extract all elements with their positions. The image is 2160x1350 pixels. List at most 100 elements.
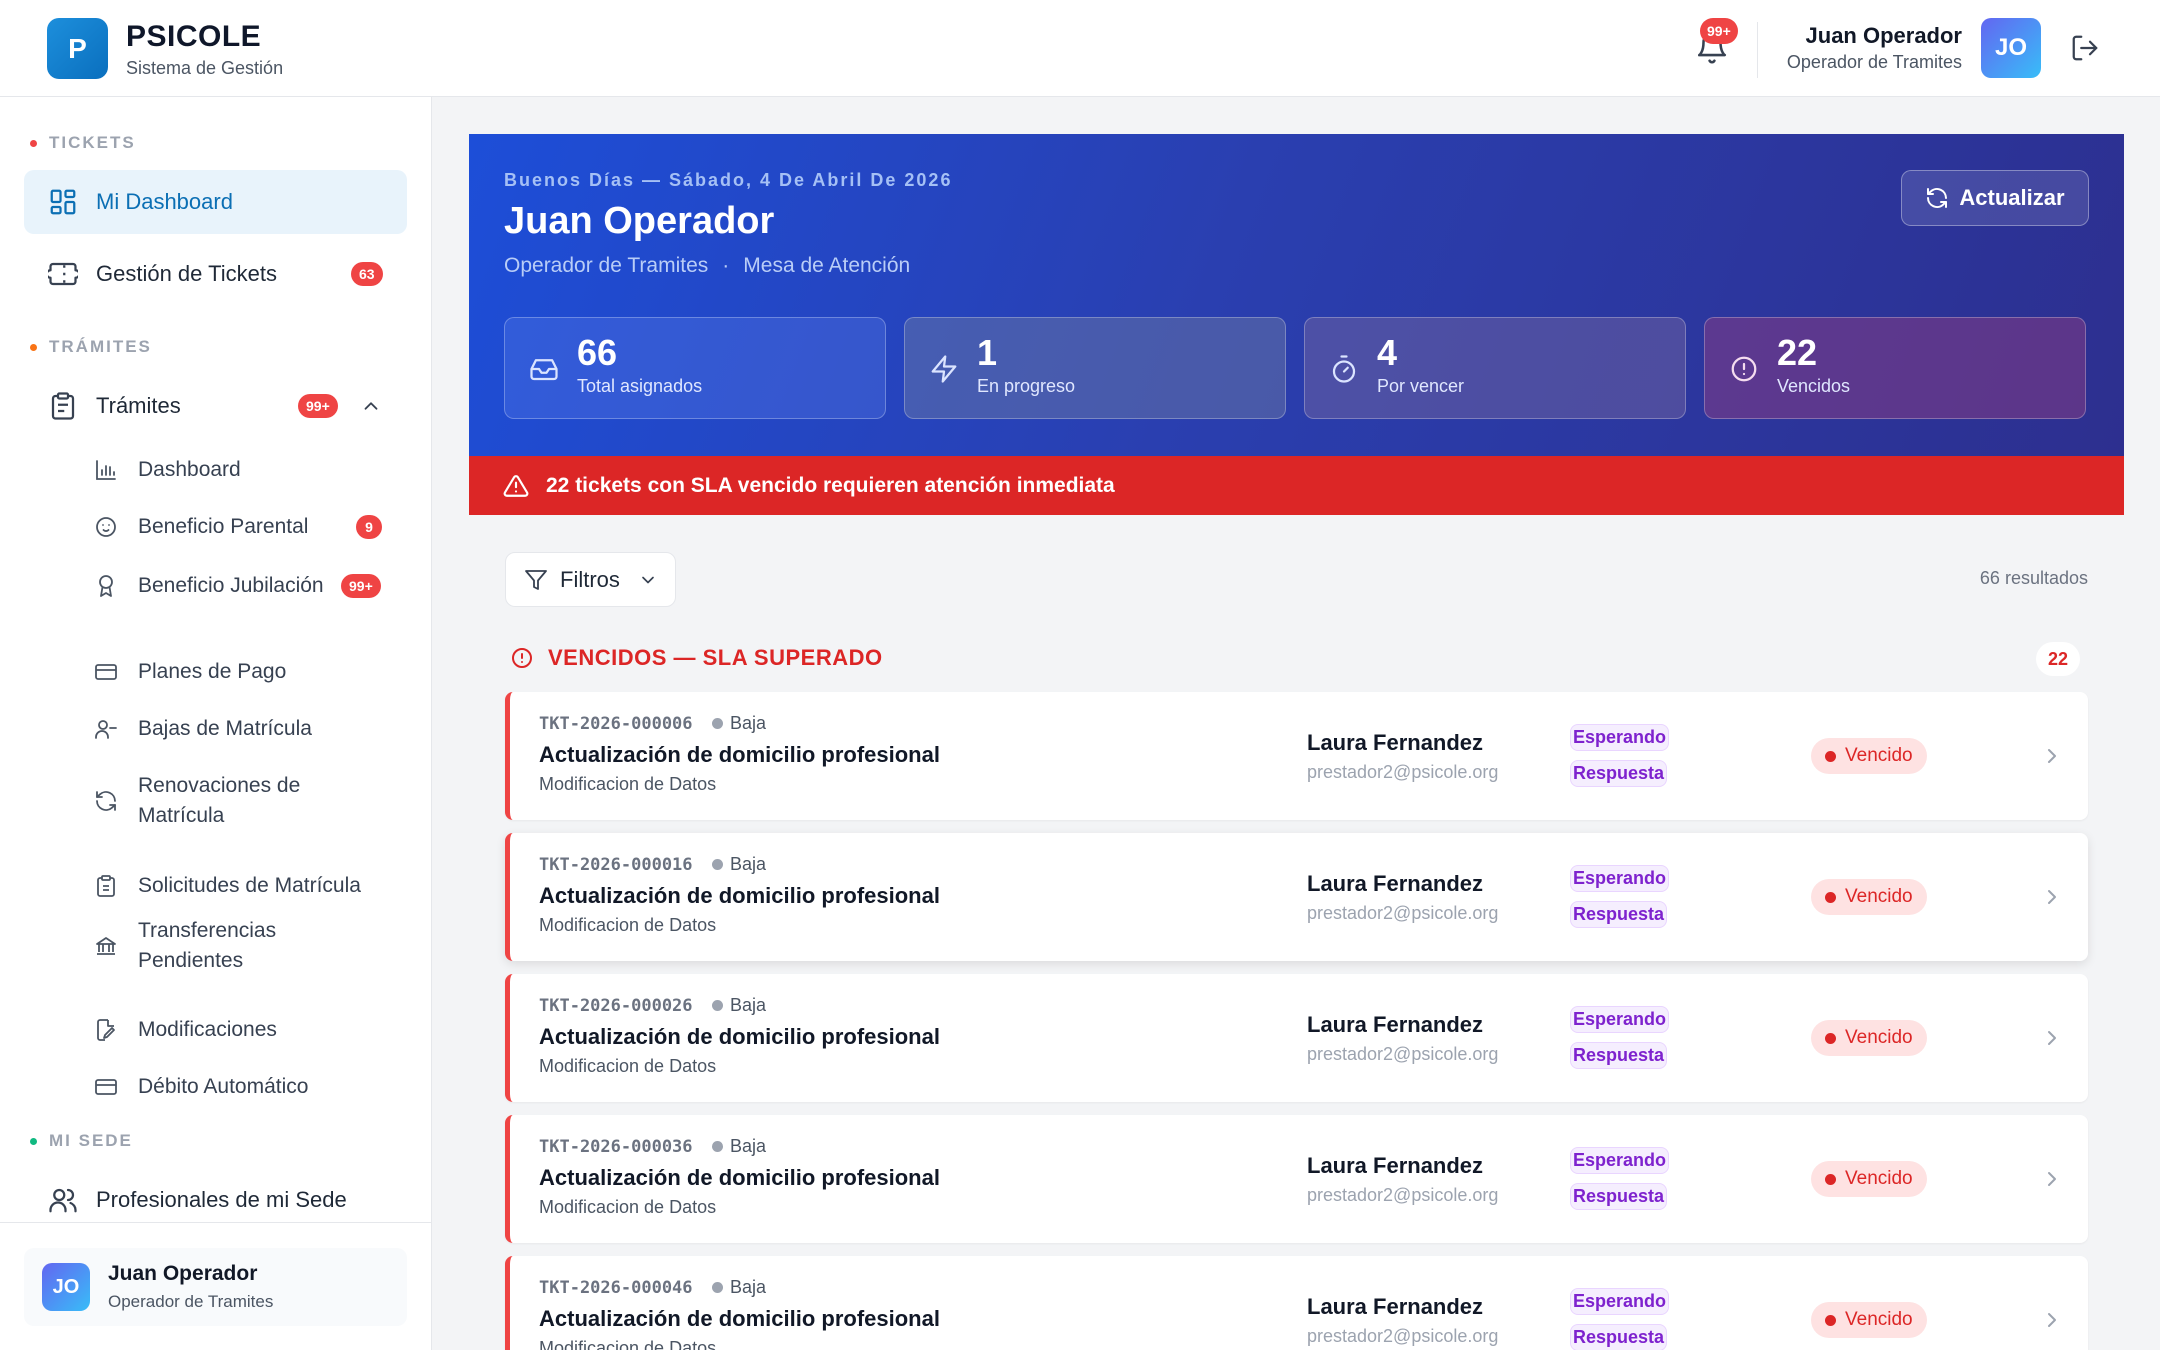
subitem-label: Modificaciones [138, 1018, 277, 1041]
welcome-banner: Buenos Días — Sábado, 4 De Abril De 2026… [469, 134, 2124, 456]
status-badge: Esperando [1570, 1288, 1670, 1315]
subitem-label: Solicitudes de Matrícula [138, 874, 361, 897]
filter-icon [525, 569, 547, 590]
section-dot [30, 139, 37, 147]
subitem-debito-automatico[interactable]: Débito Automático [90, 1072, 400, 1102]
stat-value: 4 [1377, 332, 1398, 373]
priority-dot [712, 1000, 723, 1011]
subitem-transferencias[interactable]: Transferencias Pendientes [90, 916, 400, 976]
chevron-right-icon[interactable] [2040, 744, 2064, 768]
priority-tag: Baja [712, 713, 766, 734]
subitem-dashboard[interactable]: Dashboard [90, 455, 400, 485]
status-badge-line2: Respuesta [1570, 760, 1668, 787]
subitem-label: Renovaciones de Matrícula [138, 774, 301, 827]
chevron-up-icon[interactable] [360, 395, 382, 417]
priority-dot [712, 859, 723, 870]
chevron-right-icon[interactable] [2040, 885, 2064, 909]
subitem-modificaciones[interactable]: Modificaciones [90, 1015, 400, 1045]
ticket-title: Actualización de domicilio profesional [539, 1024, 940, 1049]
logout-icon[interactable] [2070, 33, 2100, 63]
chevron-right-icon[interactable] [2040, 1308, 2064, 1332]
subitem-planes-pago[interactable]: Planes de Pago [90, 657, 400, 687]
subitem-bajas-matricula[interactable]: Bajas de Matrícula [90, 714, 400, 744]
bar-chart-icon [96, 460, 116, 480]
chevron-right-icon[interactable] [2040, 1026, 2064, 1050]
requester-email: prestador2@psicole.org [1307, 1185, 1499, 1205]
requester-name: Laura Fernandez [1307, 730, 1484, 755]
header-divider [1757, 22, 1758, 78]
ticket-row[interactable]: TKT-2026-000016 Baja Actualización de do… [505, 833, 2088, 961]
ticket-row[interactable]: TKT-2026-000036 Baja Actualización de do… [505, 1115, 2088, 1243]
sla-dot [1825, 1314, 1836, 1326]
priority-tag: Baja [712, 854, 766, 875]
subitem-label: Débito Automático [138, 1075, 309, 1098]
sidebar-item-label: Profesionales de mi Sede [96, 1187, 347, 1212]
ticket-category: Modificacion de Datos [539, 915, 717, 935]
alert-text: 22 tickets con SLA vencido requieren ate… [546, 473, 1115, 497]
requester-email: prestador2@psicole.org [1307, 1326, 1499, 1346]
sla-badge: Vencido [1811, 1302, 1927, 1338]
priority-dot [712, 1141, 723, 1152]
hero-meta: Operador de Tramites · Mesa de Atención [504, 254, 910, 278]
requester-name: Laura Fernandez [1307, 1153, 1484, 1178]
baby-icon [96, 517, 116, 537]
ticket-category: Modificacion de Datos [539, 1197, 717, 1217]
section-label-mi-sede: MI SEDE [30, 1131, 133, 1151]
requester-name: Laura Fernandez [1307, 1294, 1484, 1319]
stat-value: 22 [1777, 332, 1818, 373]
filters-button[interactable]: Filtros [505, 552, 676, 607]
sidebar: TICKETS Mi Dashboard Gestión de Tickets … [0, 97, 432, 1350]
app-logo[interactable]: P [47, 18, 108, 79]
warning-icon [503, 474, 529, 497]
clipboard-list-icon [97, 875, 115, 897]
sidebar-user-name: Juan Operador [108, 1262, 258, 1285]
sidebar-user-card[interactable]: JO Juan Operador Operador de Tramites [24, 1248, 407, 1326]
subitem-beneficio-jubilacion[interactable]: Beneficio Jubilación 99+ [90, 556, 400, 616]
subitem-beneficio-parental[interactable]: Beneficio Parental 9 [90, 512, 400, 542]
stat-label: Total asignados [577, 376, 703, 396]
priority-tag: Baja [712, 1277, 766, 1298]
ticket-row[interactable]: TKT-2026-000046 Baja Actualización de do… [505, 1256, 2088, 1350]
sidebar-divider [0, 1222, 432, 1223]
stat-por-vencer[interactable]: 4 Por vencer [1304, 317, 1686, 419]
stat-vencidos[interactable]: 22 Vencidos [1704, 317, 2086, 419]
hero-separator: · [722, 254, 730, 277]
alert-circle-icon [512, 648, 532, 668]
stat-total-asignados[interactable]: 66 Total asignados [504, 317, 886, 419]
chevron-right-icon[interactable] [2040, 1167, 2064, 1191]
stat-en-progreso[interactable]: 1 En progreso [904, 317, 1286, 419]
subitem-label: Dashboard [138, 458, 241, 481]
status-badge: Esperando [1570, 1147, 1670, 1174]
greeting-text: Buenos Días — Sábado, 4 De Abril De 2026 [504, 170, 953, 190]
hero-role: Operador de Tramites [504, 254, 709, 277]
header-avatar[interactable]: JO [1981, 18, 2041, 78]
subitem-renovaciones[interactable]: Renovaciones de Matrícula [90, 771, 400, 831]
credit-card-icon [95, 664, 117, 680]
sla-dot [1825, 750, 1836, 762]
ticket-code: TKT-2026-000026 [539, 996, 693, 1016]
ticket-code: TKT-2026-000006 [539, 714, 693, 734]
ticket-row[interactable]: TKT-2026-000026 Baja Actualización de do… [505, 974, 2088, 1102]
refresh-button[interactable]: Actualizar [1901, 170, 2089, 226]
header-user-name: Juan Operador [1805, 23, 1962, 48]
ticket-icon [48, 262, 78, 286]
sla-badge: Vencido [1811, 879, 1927, 915]
sidebar-item-label: Gestión de Tickets [96, 261, 277, 286]
section-dot [30, 343, 37, 351]
sidebar-item-gestion-tickets[interactable]: Gestión de Tickets 63 [24, 242, 407, 306]
sidebar-item-tramites[interactable]: Trámites 99+ [24, 374, 407, 438]
subitem-solicitudes[interactable]: Solicitudes de Matrícula [90, 871, 400, 901]
sidebar-item-mi-dashboard[interactable]: Mi Dashboard [24, 170, 407, 234]
requester-email: prestador2@psicole.org [1307, 1044, 1499, 1064]
sla-badge: Vencido [1811, 738, 1927, 774]
ticket-row[interactable]: TKT-2026-000006 Baja Actualización de do… [505, 692, 2088, 820]
file-edit-icon [97, 1019, 115, 1041]
status-badge-line2: Respuesta [1570, 1042, 1668, 1069]
ticket-category: Modificacion de Datos [539, 1056, 717, 1076]
chevron-down-icon [642, 576, 654, 583]
stat-label: Vencidos [1777, 376, 1851, 396]
ticket-code: TKT-2026-000016 [539, 855, 693, 875]
sla-dot [1825, 1173, 1836, 1185]
sidebar-item-label: Trámites [96, 393, 181, 418]
status-badge-line2: Respuesta [1570, 1324, 1668, 1350]
